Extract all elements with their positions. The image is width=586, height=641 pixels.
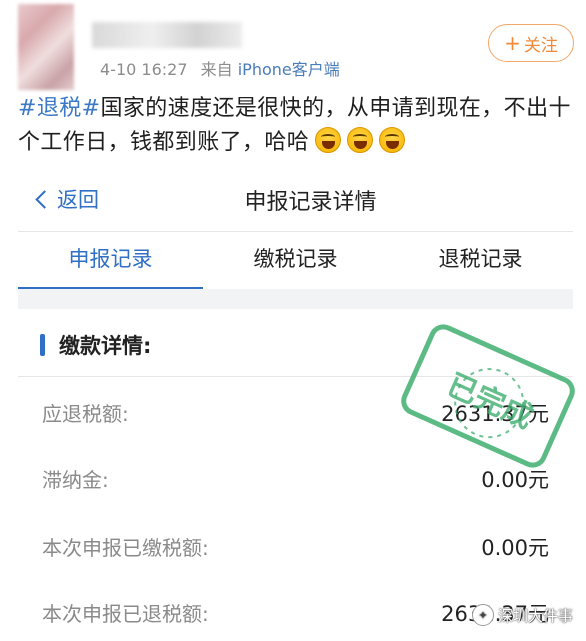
tab-declaration-records[interactable]: 申报记录 bbox=[18, 232, 203, 290]
watermark: ✦ 深圳大件事 bbox=[472, 604, 573, 626]
detail-row-refund-amount: 应退税额: 2631.37元 bbox=[18, 394, 573, 434]
post-time: 4-10 16:27 bbox=[100, 60, 188, 79]
app-navbar: 返回 申报记录详情 bbox=[18, 172, 573, 230]
divider bbox=[18, 376, 573, 377]
page-title: 申报记录详情 bbox=[244, 190, 377, 215]
row-label: 滞纳金: bbox=[42, 468, 109, 492]
section-header: 缴款详情: bbox=[40, 330, 151, 360]
laughing-emoji-icon bbox=[315, 127, 342, 153]
tab-tax-refund-records[interactable]: 退税记录 bbox=[388, 232, 573, 288]
hashtag-link[interactable]: #退税# bbox=[18, 96, 100, 121]
username-blurred[interactable] bbox=[92, 22, 242, 48]
row-value: 0.00元 bbox=[481, 536, 549, 560]
detail-row-paid-tax: 本次申报已缴税额: 0.00元 bbox=[18, 528, 573, 568]
laughing-emoji-icon bbox=[379, 127, 406, 153]
row-label: 本次申报已退税额: bbox=[42, 602, 209, 626]
laughing-emoji-icon bbox=[347, 127, 374, 153]
follow-label: 关注 bbox=[523, 35, 558, 56]
detail-row-late-fee: 滞纳金: 0.00元 bbox=[18, 460, 573, 500]
post-source[interactable]: iPhone客户端 bbox=[238, 60, 340, 79]
post-text: #退税#国家的速度还是很快的，从申请到现在，不出十个工作日，钱都到账了，哈哈 bbox=[18, 92, 583, 160]
section-separator bbox=[18, 289, 573, 309]
tab-bar: 申报记录 缴税记录 退税记录 bbox=[18, 232, 573, 290]
post-from: 来自 bbox=[200, 60, 233, 79]
wechat-logo-icon: ✦ bbox=[472, 604, 494, 626]
post-body: 国家的速度还是很快的，从申请到现在，不出十个工作日，钱都到账了，哈哈 bbox=[18, 96, 571, 155]
row-value: 0.00元 bbox=[481, 468, 549, 492]
plus-icon: + bbox=[504, 31, 521, 55]
tab-tax-payment-records[interactable]: 缴税记录 bbox=[203, 232, 388, 288]
follow-button[interactable]: + 关注 bbox=[488, 24, 574, 62]
post-meta: 4-10 16:27 来自 iPhone客户端 bbox=[100, 56, 340, 80]
section-title: 缴款详情: bbox=[59, 334, 152, 358]
watermark-text: 深圳大件事 bbox=[498, 606, 574, 625]
row-label: 本次申报已缴税额: bbox=[42, 536, 209, 560]
section-marker bbox=[40, 334, 45, 356]
row-label: 应退税额: bbox=[42, 402, 129, 426]
row-value: 2631.37元 bbox=[441, 402, 549, 426]
avatar[interactable] bbox=[18, 4, 74, 90]
